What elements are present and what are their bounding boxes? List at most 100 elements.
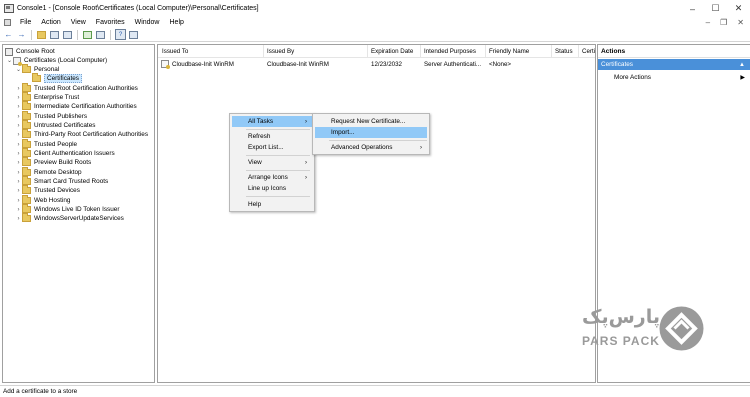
table-row[interactable]: Cloudbase-Init WinRM Cloudbase-Init WinR… xyxy=(158,59,595,69)
expand-chevron-icon[interactable]: › xyxy=(15,95,22,101)
up-folder-icon[interactable] xyxy=(36,29,47,40)
folder-icon xyxy=(5,47,13,56)
more-actions-item[interactable]: More Actions ▶ xyxy=(598,72,750,82)
all-tasks-submenu: Request New Certificate... Import... Adv… xyxy=(312,113,430,155)
expand-chevron-icon[interactable]: › xyxy=(15,160,22,166)
certificate-snapin-icon xyxy=(13,56,22,66)
menu-item-label: Advanced Operations xyxy=(331,144,393,151)
menu-item-all-tasks[interactable]: All Tasks › xyxy=(232,116,312,127)
menu-help[interactable]: Help xyxy=(165,19,189,26)
menu-item-export-list[interactable]: Export List... xyxy=(232,142,312,153)
menu-item-label: Export List... xyxy=(248,144,284,151)
menu-item-help[interactable]: Help xyxy=(232,199,312,210)
window-controls: – ☐ ✕ xyxy=(681,0,750,17)
minimize-button[interactable]: – xyxy=(681,0,704,17)
show-action-pane-icon[interactable] xyxy=(128,29,139,40)
tree-item-label: Trusted People xyxy=(34,141,78,148)
menu-item-label: View xyxy=(248,159,262,166)
expand-chevron-icon[interactable]: › xyxy=(15,86,22,92)
help-icon[interactable]: ? xyxy=(115,29,126,40)
folder-icon xyxy=(22,64,31,73)
menu-item-line-up-icons[interactable]: Line up Icons xyxy=(232,183,312,194)
tree-item-store[interactable]: › Trusted Root Certification Authorities xyxy=(15,83,138,93)
actions-section-label: Certificates xyxy=(601,61,633,68)
maximize-button[interactable]: ☐ xyxy=(704,0,727,17)
menu-action[interactable]: Action xyxy=(36,19,65,26)
tree-item-console-root[interactable]: Console Root xyxy=(5,47,55,56)
tree-item-store[interactable]: › Intermediate Certification Authorities xyxy=(15,101,137,111)
collapse-caret-icon[interactable]: ▲ xyxy=(739,62,745,68)
tree-item-store[interactable]: › Third-Party Root Certification Authorit… xyxy=(15,129,149,139)
tree-item-label: Third-Party Root Certification Authoriti… xyxy=(34,131,149,138)
show-hide-tree-icon[interactable] xyxy=(49,29,60,40)
window-title: Console1 - [Console Root\Certificates (L… xyxy=(17,5,259,12)
menu-item-view[interactable]: View › xyxy=(232,157,312,168)
actions-section-certificates[interactable]: Certificates ▲ xyxy=(598,59,750,70)
column-issued-by[interactable]: Issued By xyxy=(267,48,294,55)
show-hide-tree-icon-2[interactable] xyxy=(62,29,73,40)
column-status[interactable]: Status xyxy=(555,48,573,55)
menu-item-import[interactable]: Import... xyxy=(315,127,427,138)
console-window-icon[interactable] xyxy=(4,19,11,26)
column-divider[interactable] xyxy=(551,45,552,58)
column-intended-purposes[interactable]: Intended Purposes xyxy=(424,48,476,55)
menu-item-label: Import... xyxy=(331,129,355,136)
actions-header: Actions xyxy=(598,45,750,58)
menu-item-advanced-operations[interactable]: Advanced Operations › xyxy=(315,142,427,153)
tree-item-label: Client Authentication Issuers xyxy=(34,150,115,157)
more-actions-label: More Actions xyxy=(614,73,651,81)
refresh-icon[interactable] xyxy=(82,29,93,40)
column-divider[interactable] xyxy=(578,45,579,58)
console-tree[interactable]: Console Root ⌄ Certificates (Local Compu… xyxy=(2,44,155,383)
child-restore-button[interactable]: ❐ xyxy=(720,18,727,27)
column-divider[interactable] xyxy=(485,45,486,58)
column-divider[interactable] xyxy=(263,45,264,58)
expand-chevron-icon[interactable]: › xyxy=(15,207,22,213)
expand-chevron-icon[interactable]: › xyxy=(15,188,22,194)
expand-chevron-icon[interactable]: › xyxy=(15,123,22,129)
collapse-chevron-icon[interactable]: ⌄ xyxy=(6,57,13,64)
certificate-list[interactable]: Issued To Issued By Expiration Date Inte… xyxy=(157,44,596,383)
expand-chevron-icon[interactable]: › xyxy=(15,151,22,157)
expand-chevron-icon[interactable]: › xyxy=(15,179,22,185)
column-issued-to[interactable]: Issued To xyxy=(162,48,188,55)
folder-icon xyxy=(22,101,31,110)
forward-arrow-icon[interactable]: → xyxy=(16,29,27,40)
tree-item-store[interactable]: › Trusted Devices xyxy=(15,185,80,195)
expand-chevron-icon[interactable]: › xyxy=(15,114,22,120)
menu-item-refresh[interactable]: Refresh xyxy=(232,131,312,142)
tree-item-store[interactable]: › Client Authentication Issuers xyxy=(15,148,115,158)
expand-chevron-icon[interactable]: › xyxy=(15,170,22,176)
export-list-icon[interactable] xyxy=(95,29,106,40)
column-certificate-template[interactable]: Certi xyxy=(582,48,595,55)
tree-item-store[interactable]: › Preview Build Roots xyxy=(15,157,91,167)
menu-separator xyxy=(246,196,310,197)
column-expiration-date[interactable]: Expiration Date xyxy=(371,48,413,55)
menu-window[interactable]: Window xyxy=(130,19,165,26)
toolbar-separator xyxy=(77,29,78,40)
tree-item-store[interactable]: › Windows Live ID Token Issuer xyxy=(15,204,119,214)
folder-icon xyxy=(22,213,31,222)
menu-item-request-new-certificate[interactable]: Request New Certificate... xyxy=(315,116,427,127)
child-close-button[interactable]: ✕ xyxy=(737,18,744,27)
column-friendly-name[interactable]: Friendly Name xyxy=(489,48,529,55)
tree-item-personal-certificates[interactable]: Certificates xyxy=(32,73,82,83)
column-divider[interactable] xyxy=(420,45,421,58)
column-divider[interactable] xyxy=(367,45,368,58)
tree-item-store[interactable]: › Smart Card Trusted Roots xyxy=(15,176,108,186)
expand-chevron-icon[interactable]: › xyxy=(15,132,22,138)
menu-view[interactable]: View xyxy=(66,19,91,26)
menu-item-arrange-icons[interactable]: Arrange Icons › xyxy=(232,172,312,183)
menu-favorites[interactable]: Favorites xyxy=(91,19,130,26)
menu-file[interactable]: File xyxy=(15,19,36,26)
expand-chevron-icon[interactable]: › xyxy=(15,142,22,148)
back-arrow-icon[interactable]: ← xyxy=(3,29,14,40)
close-button[interactable]: ✕ xyxy=(727,0,750,17)
expand-chevron-icon[interactable]: › xyxy=(15,198,22,204)
expand-chevron-icon[interactable]: › xyxy=(15,216,22,222)
child-minimize-button[interactable]: – xyxy=(706,18,710,27)
collapse-chevron-icon[interactable]: ⌄ xyxy=(15,66,22,73)
tree-item-store[interactable]: › WindowsServerUpdateServices xyxy=(15,213,124,223)
tree-item-label: Trusted Devices xyxy=(34,187,80,194)
expand-chevron-icon[interactable]: › xyxy=(15,104,22,110)
